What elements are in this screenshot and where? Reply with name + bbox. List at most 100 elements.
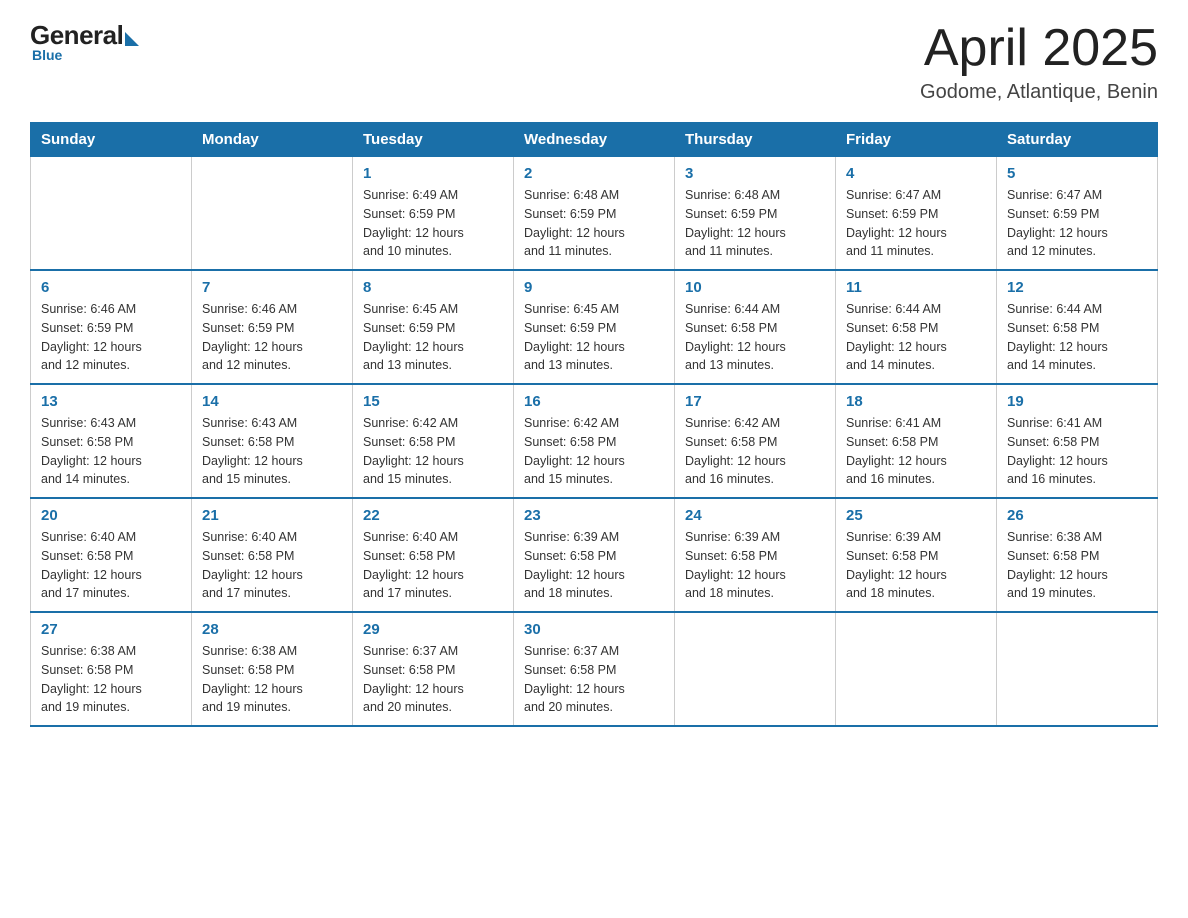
day-cell: 28 Sunrise: 6:38 AMSunset: 6:58 PMDayligh…: [192, 612, 353, 726]
day-cell: 22 Sunrise: 6:40 AMSunset: 6:58 PMDayligh…: [353, 498, 514, 612]
day-info: Sunrise: 6:40 AMSunset: 6:58 PMDaylight:…: [363, 528, 503, 603]
day-info: Sunrise: 6:44 AMSunset: 6:58 PMDaylight:…: [1007, 300, 1147, 375]
day-number: 5: [1007, 165, 1147, 182]
day-info: Sunrise: 6:41 AMSunset: 6:58 PMDaylight:…: [846, 414, 986, 489]
day-number: 21: [202, 507, 342, 524]
day-number: 7: [202, 279, 342, 296]
day-info: Sunrise: 6:43 AMSunset: 6:58 PMDaylight:…: [41, 414, 181, 489]
day-number: 3: [685, 165, 825, 182]
day-cell: 3 Sunrise: 6:48 AMSunset: 6:59 PMDaylight…: [675, 157, 836, 271]
day-number: 19: [1007, 393, 1147, 410]
day-info: Sunrise: 6:44 AMSunset: 6:58 PMDaylight:…: [685, 300, 825, 375]
day-number: 9: [524, 279, 664, 296]
day-info: Sunrise: 6:44 AMSunset: 6:58 PMDaylight:…: [846, 300, 986, 375]
day-cell: 30 Sunrise: 6:37 AMSunset: 6:58 PMDayligh…: [514, 612, 675, 726]
day-cell: 20 Sunrise: 6:40 AMSunset: 6:58 PMDayligh…: [31, 498, 192, 612]
day-info: Sunrise: 6:47 AMSunset: 6:59 PMDaylight:…: [846, 186, 986, 261]
day-cell: [31, 157, 192, 271]
col-header-thursday: Thursday: [675, 123, 836, 157]
calendar-table: SundayMondayTuesdayWednesdayThursdayFrid…: [30, 122, 1158, 727]
day-cell: 23 Sunrise: 6:39 AMSunset: 6:58 PMDayligh…: [514, 498, 675, 612]
day-info: Sunrise: 6:38 AMSunset: 6:58 PMDaylight:…: [41, 642, 181, 717]
day-cell: 1 Sunrise: 6:49 AMSunset: 6:59 PMDaylight…: [353, 157, 514, 271]
day-number: 18: [846, 393, 986, 410]
day-info: Sunrise: 6:45 AMSunset: 6:59 PMDaylight:…: [524, 300, 664, 375]
day-cell: [997, 612, 1158, 726]
week-row-4: 20 Sunrise: 6:40 AMSunset: 6:58 PMDayligh…: [31, 498, 1158, 612]
day-info: Sunrise: 6:48 AMSunset: 6:59 PMDaylight:…: [524, 186, 664, 261]
day-number: 10: [685, 279, 825, 296]
day-cell: 11 Sunrise: 6:44 AMSunset: 6:58 PMDayligh…: [836, 270, 997, 384]
day-cell: 21 Sunrise: 6:40 AMSunset: 6:58 PMDayligh…: [192, 498, 353, 612]
day-number: 12: [1007, 279, 1147, 296]
day-info: Sunrise: 6:37 AMSunset: 6:58 PMDaylight:…: [524, 642, 664, 717]
day-number: 1: [363, 165, 503, 182]
week-row-2: 6Sunrise: 6:46 AMSunset: 6:59 PMDaylight…: [31, 270, 1158, 384]
day-cell: 13Sunrise: 6:43 AMSunset: 6:58 PMDayligh…: [31, 384, 192, 498]
day-cell: [675, 612, 836, 726]
day-info: Sunrise: 6:40 AMSunset: 6:58 PMDaylight:…: [202, 528, 342, 603]
day-cell: 5Sunrise: 6:47 AMSunset: 6:59 PMDaylight…: [997, 157, 1158, 271]
day-info: Sunrise: 6:39 AMSunset: 6:58 PMDaylight:…: [846, 528, 986, 603]
day-number: 29: [363, 621, 503, 638]
day-number: 30: [524, 621, 664, 638]
day-info: Sunrise: 6:42 AMSunset: 6:58 PMDaylight:…: [363, 414, 503, 489]
day-info: Sunrise: 6:39 AMSunset: 6:58 PMDaylight:…: [524, 528, 664, 603]
title-area: April 2025 Godome, Atlantique, Benin: [920, 20, 1158, 104]
day-number: 11: [846, 279, 986, 296]
day-cell: 4 Sunrise: 6:47 AMSunset: 6:59 PMDaylight…: [836, 157, 997, 271]
logo: General Blue: [30, 20, 139, 63]
day-number: 25: [846, 507, 986, 524]
day-cell: [192, 157, 353, 271]
day-info: Sunrise: 6:40 AMSunset: 6:58 PMDaylight:…: [41, 528, 181, 603]
week-row-3: 13Sunrise: 6:43 AMSunset: 6:58 PMDayligh…: [31, 384, 1158, 498]
day-cell: 24 Sunrise: 6:39 AMSunset: 6:58 PMDayligh…: [675, 498, 836, 612]
day-info: Sunrise: 6:49 AMSunset: 6:59 PMDaylight:…: [363, 186, 503, 261]
day-cell: 25 Sunrise: 6:39 AMSunset: 6:58 PMDayligh…: [836, 498, 997, 612]
day-cell: 14 Sunrise: 6:43 AMSunset: 6:58 PMDayligh…: [192, 384, 353, 498]
day-cell: 15Sunrise: 6:42 AMSunset: 6:58 PMDayligh…: [353, 384, 514, 498]
logo-arrow-icon: [125, 32, 139, 46]
day-number: 8: [363, 279, 503, 296]
day-info: Sunrise: 6:46 AMSunset: 6:59 PMDaylight:…: [41, 300, 181, 375]
logo-blue-text: Blue: [32, 47, 62, 63]
day-cell: 7 Sunrise: 6:46 AMSunset: 6:59 PMDaylight…: [192, 270, 353, 384]
day-cell: 19Sunrise: 6:41 AMSunset: 6:58 PMDayligh…: [997, 384, 1158, 498]
day-number: 4: [846, 165, 986, 182]
day-cell: 9 Sunrise: 6:45 AMSunset: 6:59 PMDaylight…: [514, 270, 675, 384]
day-info: Sunrise: 6:46 AMSunset: 6:59 PMDaylight:…: [202, 300, 342, 375]
day-number: 16: [524, 393, 664, 410]
day-info: Sunrise: 6:45 AMSunset: 6:59 PMDaylight:…: [363, 300, 503, 375]
day-cell: 16 Sunrise: 6:42 AMSunset: 6:58 PMDayligh…: [514, 384, 675, 498]
page-header: General Blue April 2025 Godome, Atlantiq…: [30, 20, 1158, 104]
day-number: 22: [363, 507, 503, 524]
month-title: April 2025: [920, 20, 1158, 77]
day-number: 26: [1007, 507, 1147, 524]
col-header-friday: Friday: [836, 123, 997, 157]
day-number: 2: [524, 165, 664, 182]
day-cell: 18 Sunrise: 6:41 AMSunset: 6:58 PMDayligh…: [836, 384, 997, 498]
day-info: Sunrise: 6:39 AMSunset: 6:58 PMDaylight:…: [685, 528, 825, 603]
col-header-monday: Monday: [192, 123, 353, 157]
day-number: 23: [524, 507, 664, 524]
day-info: Sunrise: 6:38 AMSunset: 6:58 PMDaylight:…: [202, 642, 342, 717]
day-cell: 12 Sunrise: 6:44 AMSunset: 6:58 PMDayligh…: [997, 270, 1158, 384]
day-number: 28: [202, 621, 342, 638]
day-number: 24: [685, 507, 825, 524]
day-cell: 26Sunrise: 6:38 AMSunset: 6:58 PMDayligh…: [997, 498, 1158, 612]
day-cell: 27Sunrise: 6:38 AMSunset: 6:58 PMDayligh…: [31, 612, 192, 726]
col-header-sunday: Sunday: [31, 123, 192, 157]
col-header-saturday: Saturday: [997, 123, 1158, 157]
week-row-1: 1 Sunrise: 6:49 AMSunset: 6:59 PMDaylight…: [31, 157, 1158, 271]
location-title: Godome, Atlantique, Benin: [920, 81, 1158, 104]
day-number: 20: [41, 507, 181, 524]
day-info: Sunrise: 6:43 AMSunset: 6:58 PMDaylight:…: [202, 414, 342, 489]
day-number: 14: [202, 393, 342, 410]
day-cell: 29Sunrise: 6:37 AMSunset: 6:58 PMDayligh…: [353, 612, 514, 726]
day-cell: 10 Sunrise: 6:44 AMSunset: 6:58 PMDayligh…: [675, 270, 836, 384]
day-info: Sunrise: 6:48 AMSunset: 6:59 PMDaylight:…: [685, 186, 825, 261]
day-info: Sunrise: 6:42 AMSunset: 6:58 PMDaylight:…: [524, 414, 664, 489]
day-info: Sunrise: 6:42 AMSunset: 6:58 PMDaylight:…: [685, 414, 825, 489]
day-cell: 2 Sunrise: 6:48 AMSunset: 6:59 PMDaylight…: [514, 157, 675, 271]
day-cell: 8 Sunrise: 6:45 AMSunset: 6:59 PMDaylight…: [353, 270, 514, 384]
